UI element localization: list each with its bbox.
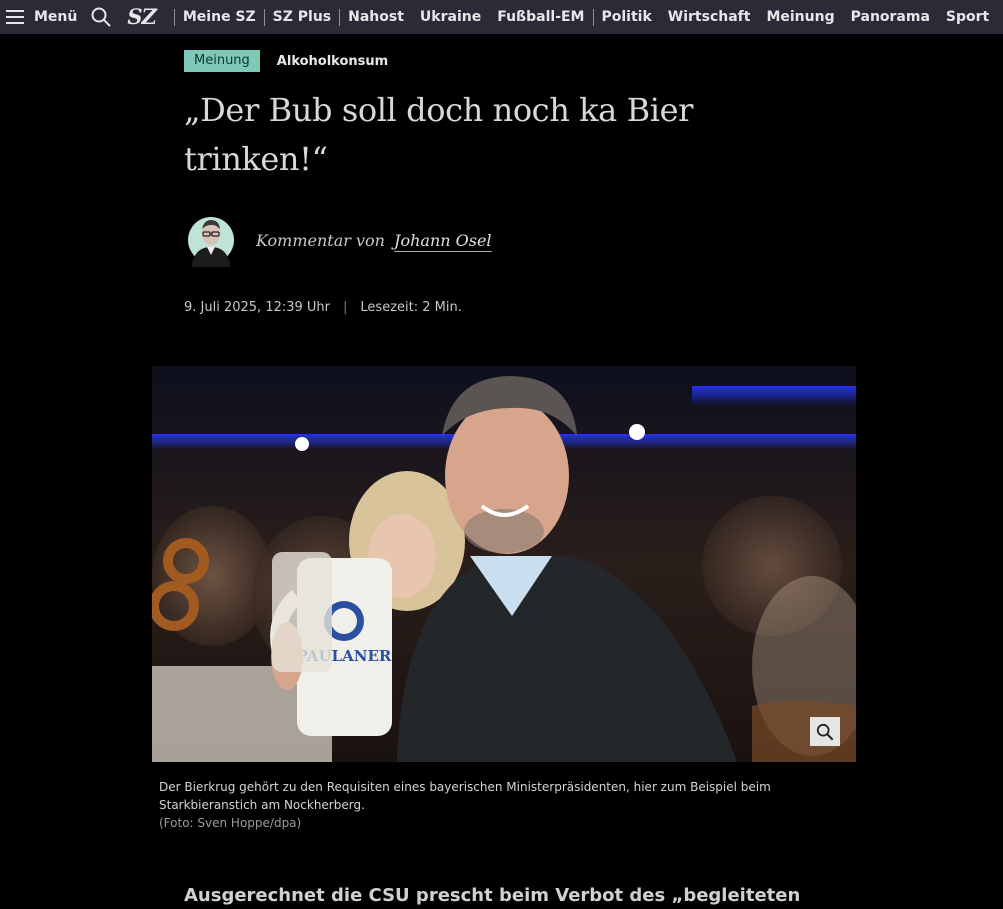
nav-item-sz-plus[interactable]: SZ Plus [273, 9, 331, 25]
nav-items: Meine SZ SZ Plus Nahost Ukraine Fußball-… [166, 8, 1003, 26]
search-button[interactable] [91, 0, 112, 34]
article-headline: „Der Bub soll doch noch ka Bier trinken!… [184, 91, 694, 178]
article-kicker: Alkoholkonsum [276, 53, 389, 69]
image-caption: Der Bierkrug gehört zu den Requisiten ei… [159, 780, 771, 812]
nav-item-meinung[interactable]: Meinung [766, 9, 834, 25]
search-icon [91, 7, 112, 27]
author-avatar [188, 217, 234, 267]
magnifier-icon [816, 723, 834, 740]
publish-date: 9. Juli 2025, 12:39 Uhr [184, 300, 331, 315]
article-image[interactable]: PAULANER [152, 366, 856, 762]
article-lede: Ausgerechnet die CSU prescht beim Verbot… [184, 885, 801, 906]
nav-item-meine-sz[interactable]: Meine SZ [183, 9, 256, 25]
article-photo: PAULANER [152, 366, 856, 762]
nav-item-nahost[interactable]: Nahost [348, 9, 404, 25]
category-badge[interactable]: Meinung [184, 50, 260, 72]
image-credit: (Foto: Sven Hoppe/dpa) [159, 816, 302, 830]
nav-separator [339, 8, 341, 26]
nav-item-politik[interactable]: Politik [602, 9, 652, 25]
author-byline: Kommentar von Johann Osel [256, 230, 492, 252]
top-navigation: Menü SZ Meine SZ SZ Plus Nahost Ukraine … [0, 0, 1003, 34]
meta-separator: | [343, 300, 348, 315]
sz-logo[interactable]: SZ [127, 0, 156, 34]
article-meta: 9. Juli 2025, 12:39 Uhr | Lesezeit: 2 Mi… [184, 300, 462, 315]
hamburger-icon [6, 10, 24, 24]
image-zoom-button[interactable] [810, 717, 840, 746]
nav-item-ukraine[interactable]: Ukraine [420, 9, 481, 25]
author-name-link[interactable]: Johann Osel [394, 230, 492, 252]
author-prefix: Kommentar von [256, 230, 385, 250]
author-row: Kommentar von Johann Osel [188, 213, 492, 267]
menu-label: Menü [34, 9, 78, 25]
reading-time: Lesezeit: 2 Min. [360, 300, 462, 315]
nav-item-wirtschaft[interactable]: Wirtschaft [668, 9, 751, 25]
nav-separator [263, 8, 265, 26]
nav-separator [592, 8, 594, 26]
article-kicker-row: Meinung Alkoholkonsum [184, 50, 388, 72]
nav-item-sport[interactable]: Sport [946, 9, 989, 25]
nav-separator [173, 8, 175, 26]
nav-item-panorama[interactable]: Panorama [851, 9, 930, 25]
image-caption-block: Der Bierkrug gehört zu den Requisiten ei… [159, 778, 839, 832]
menu-button[interactable]: Menü [6, 0, 77, 34]
nav-item-fussball-em[interactable]: Fußball-EM [497, 9, 584, 25]
